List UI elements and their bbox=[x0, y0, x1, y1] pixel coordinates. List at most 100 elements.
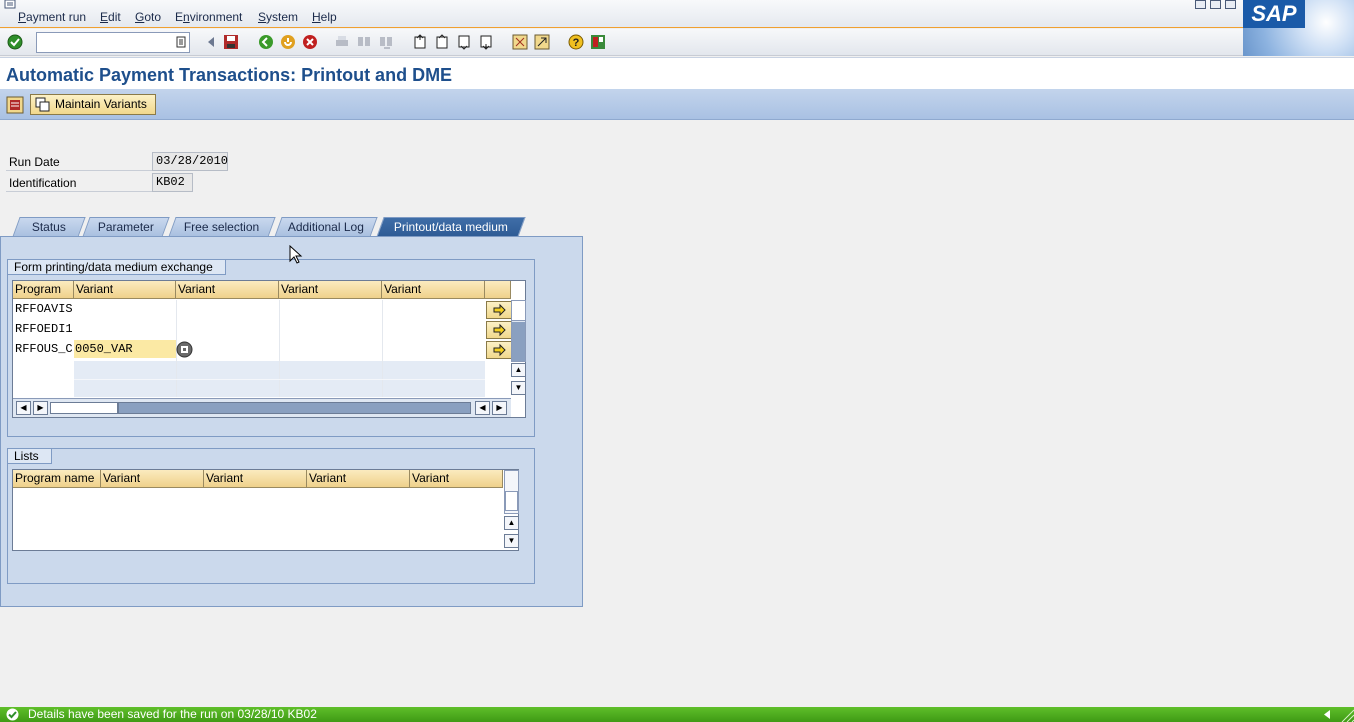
column-header-variant-1[interactable]: Variant bbox=[101, 470, 204, 488]
menu-goto[interactable]: Goto bbox=[135, 10, 161, 24]
sap-logo-text: SAP bbox=[1243, 0, 1305, 28]
system-menu-icon[interactable] bbox=[4, 0, 18, 10]
last-page-icon[interactable] bbox=[478, 34, 494, 50]
row-action-button-rffoavis[interactable] bbox=[486, 301, 512, 319]
menu-bar: Payment run Edit Goto Environment System… bbox=[0, 0, 1354, 28]
exit-icon[interactable] bbox=[280, 34, 296, 50]
sap-logo: SAP bbox=[1243, 0, 1354, 56]
application-toolbar: Maintain Variants bbox=[0, 89, 1354, 120]
command-dropdown-icon[interactable] bbox=[176, 36, 186, 48]
identification-label: Identification bbox=[9, 176, 77, 190]
identification-underline bbox=[6, 191, 152, 192]
horizontal-scrollbar-track[interactable] bbox=[118, 402, 471, 414]
row-program-rffous-c: RFFOUS_C bbox=[15, 342, 73, 356]
variant-overview-icon[interactable] bbox=[6, 96, 24, 114]
tab-status-label: Status bbox=[31, 220, 66, 234]
lists-vertical-scrollbar[interactable] bbox=[504, 470, 519, 514]
previous-page-icon[interactable] bbox=[434, 34, 450, 50]
restore-icon[interactable] bbox=[1210, 0, 1221, 9]
column-header-variant-3[interactable]: Variant bbox=[279, 281, 382, 299]
first-page-icon[interactable] bbox=[412, 34, 428, 50]
menu-accelerator: n bbox=[183, 10, 190, 24]
column-header-variant-4[interactable]: Variant bbox=[382, 281, 485, 299]
scroll-left-button-2[interactable]: ◀ bbox=[475, 401, 490, 415]
lists-scroll-up-button[interactable]: ▲ bbox=[504, 516, 519, 530]
lists-scroll-down-button[interactable]: ▼ bbox=[504, 534, 519, 548]
scroll-down-button[interactable]: ▼ bbox=[511, 381, 526, 395]
row-variant-rffous-c[interactable]: 0050_VAR bbox=[74, 340, 176, 358]
run-date-label: Run Date bbox=[9, 155, 60, 169]
row-action-button-rffoedi1[interactable] bbox=[486, 321, 512, 339]
menu-system[interactable]: System bbox=[258, 10, 298, 24]
print-icon[interactable] bbox=[334, 34, 350, 50]
lists-vertical-scrollbar-thumb[interactable] bbox=[505, 491, 518, 511]
menu-edit[interactable]: Edit bbox=[100, 10, 121, 24]
next-page-icon[interactable] bbox=[456, 34, 472, 50]
tab-parameter[interactable]: Parameter bbox=[82, 217, 170, 237]
shortcut-icon[interactable] bbox=[534, 34, 550, 50]
tab-free-selection-label: Free selection bbox=[184, 220, 260, 234]
scroll-left-button[interactable]: ◀ bbox=[16, 401, 31, 415]
maintain-variants-button[interactable]: Maintain Variants bbox=[30, 94, 156, 115]
menu-environment[interactable]: Environment bbox=[175, 10, 242, 24]
column-header-variant-2[interactable]: Variant bbox=[204, 470, 307, 488]
vertical-scrollbar-fill bbox=[512, 322, 525, 361]
title-area: Automatic Payment Transactions: Printout… bbox=[0, 57, 1354, 89]
tab-free-selection[interactable]: Free selection bbox=[168, 217, 276, 237]
column-header-variant-2[interactable]: Variant bbox=[176, 281, 279, 299]
layout-menu-icon[interactable] bbox=[590, 34, 606, 50]
back-icon[interactable] bbox=[258, 34, 274, 50]
arrow-right-icon bbox=[493, 303, 506, 317]
minimize-icon[interactable] bbox=[1195, 0, 1206, 9]
scroll-right-button-2[interactable]: ▶ bbox=[492, 401, 507, 415]
vertical-scrollbar-track[interactable] bbox=[511, 300, 526, 362]
column-header-variant-1[interactable]: Variant bbox=[74, 281, 176, 299]
tab-printout-data-medium-label: Printout/data medium bbox=[393, 220, 508, 234]
column-header-variant-4[interactable]: Variant bbox=[410, 470, 503, 488]
horizontal-scrollbar-thumb[interactable] bbox=[50, 402, 118, 414]
identification-field[interactable]: KB02 bbox=[152, 173, 193, 192]
scroll-up-button[interactable]: ▲ bbox=[511, 363, 526, 377]
lists-table: Program name Variant Variant Variant Var… bbox=[12, 469, 519, 551]
page-title: Automatic Payment Transactions: Printout… bbox=[6, 65, 453, 85]
menu-accelerator: H bbox=[312, 10, 321, 24]
tab-additional-log[interactable]: Additional Log bbox=[274, 217, 378, 237]
enter-icon[interactable] bbox=[7, 34, 23, 50]
help-icon[interactable]: ? bbox=[568, 34, 584, 50]
run-date-field[interactable]: 03/28/2010 bbox=[152, 152, 228, 171]
command-field[interactable] bbox=[36, 32, 190, 53]
close-icon[interactable] bbox=[1225, 0, 1236, 9]
row-program-rffoavis: RFFOAVIS bbox=[15, 302, 73, 316]
row-action-button-rffous-c[interactable] bbox=[486, 341, 512, 359]
find-icon[interactable] bbox=[356, 34, 372, 50]
vertical-scrollbar-thumb[interactable] bbox=[512, 301, 525, 321]
menu-accelerator: G bbox=[135, 10, 145, 24]
column-header-program[interactable]: Program bbox=[13, 281, 74, 299]
svg-text:?: ? bbox=[573, 37, 580, 49]
arrow-right-icon bbox=[493, 343, 506, 357]
row-program-rffoedi1: RFFOEDI1 bbox=[15, 322, 73, 336]
scroll-right-button[interactable]: ▶ bbox=[33, 401, 48, 415]
column-header-variant-3[interactable]: Variant bbox=[307, 470, 410, 488]
success-check-icon bbox=[6, 708, 19, 721]
find-next-icon[interactable] bbox=[378, 34, 394, 50]
status-message[interactable]: Details have been saved for the run on 0… bbox=[28, 707, 317, 722]
value-help-icon[interactable] bbox=[176, 341, 193, 358]
save-icon[interactable] bbox=[223, 34, 239, 50]
status-collapse-icon[interactable] bbox=[1322, 709, 1332, 720]
tab-parameter-label: Parameter bbox=[97, 220, 154, 234]
menu-payment-run[interactable]: Payment run bbox=[18, 10, 86, 24]
back-nav-icon[interactable] bbox=[203, 34, 219, 50]
tab-additional-log-label: Additional Log bbox=[287, 220, 364, 234]
maintain-variants-label: Maintain Variants bbox=[55, 97, 147, 111]
column-header-program-name[interactable]: Program name bbox=[13, 470, 101, 488]
resize-grip-icon[interactable] bbox=[1338, 707, 1354, 722]
cancel-icon[interactable] bbox=[302, 34, 318, 50]
tab-status[interactable]: Status bbox=[12, 217, 86, 237]
create-session-icon[interactable] bbox=[512, 34, 528, 50]
form-printing-group-title: Form printing/data medium exchange bbox=[7, 259, 226, 275]
menu-help[interactable]: Help bbox=[312, 10, 337, 24]
horizontal-scrollbar: ◀ ▶ ◀ ▶ bbox=[13, 398, 511, 417]
tab-printout-data-medium[interactable]: Printout/data medium bbox=[376, 217, 526, 237]
form-printing-group: Form printing/data medium exchange Progr… bbox=[7, 259, 535, 437]
